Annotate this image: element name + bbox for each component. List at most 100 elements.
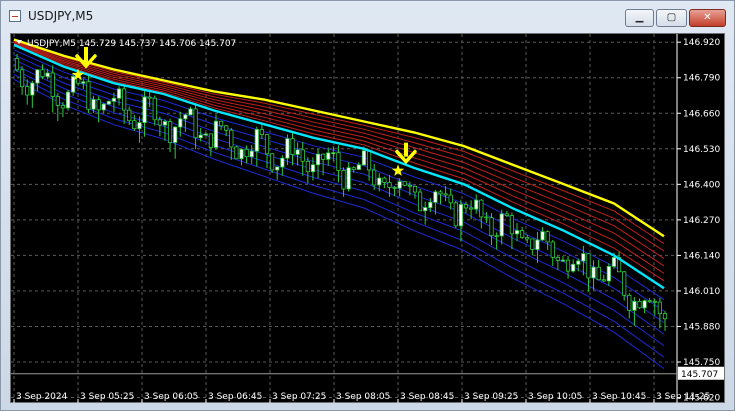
candle-body — [321, 153, 326, 160]
candle-body — [412, 185, 418, 193]
ribbon-line-red — [13, 40, 665, 252]
candle-body — [392, 187, 397, 189]
candle-body — [326, 152, 331, 160]
candle-body — [208, 133, 213, 148]
candle-body — [244, 148, 249, 158]
x-tick-label: 3 Sep 2024 — [16, 392, 68, 402]
candle-body — [188, 108, 193, 116]
candle-body — [132, 120, 137, 130]
y-tick-label: 145.750 — [683, 358, 720, 368]
ribbon-line-blue — [13, 64, 665, 335]
candle-body — [147, 96, 152, 99]
candle-body — [116, 88, 122, 99]
candle-body — [20, 69, 25, 88]
minimize-button[interactable]: ▁ — [625, 9, 654, 27]
x-tick-label: 3 Sep 10:05 — [528, 392, 582, 402]
candle-body — [137, 122, 142, 130]
candle-body — [652, 300, 657, 303]
candle-body — [290, 138, 295, 155]
candle-body — [305, 160, 310, 173]
candle-body — [152, 97, 157, 121]
x-tick-label: 3 Sep 06:45 — [208, 392, 262, 402]
candle-body — [162, 121, 168, 126]
candle-body — [525, 237, 530, 240]
candle-body — [60, 105, 66, 109]
candle-body — [514, 230, 520, 235]
candle-body — [438, 191, 443, 195]
candle-body — [632, 300, 637, 311]
y-tick-label: 146.400 — [683, 180, 720, 190]
candle-body — [300, 149, 305, 162]
y-tick-label: 146.790 — [683, 74, 720, 84]
candle-body — [331, 152, 336, 155]
candle-body — [647, 300, 652, 303]
candle-body — [504, 213, 509, 217]
chart-canvas[interactable]: 146.920 146.790 146.660 146.530 146.400 146.2… — [11, 34, 726, 404]
sell-arrow-icon — [84, 47, 88, 61]
candle-body — [545, 231, 550, 243]
candle-body — [224, 125, 229, 131]
candle-body — [295, 149, 300, 155]
ribbon-line-blue — [13, 54, 665, 312]
candle-body — [55, 96, 60, 106]
x-tick-label: 3 Sep 11:25 — [656, 392, 710, 402]
candle-body — [86, 81, 91, 110]
y-tick-label: 146.920 — [683, 38, 720, 48]
candle-body — [218, 120, 224, 127]
candle-body — [387, 182, 392, 188]
candle-body — [101, 103, 106, 111]
candle-body — [91, 99, 96, 110]
candle-body — [601, 279, 606, 282]
candle-body — [167, 121, 173, 143]
candle-body — [25, 86, 30, 96]
maximize-button[interactable]: ▢ — [656, 9, 687, 27]
candle-body — [576, 260, 581, 265]
candle-body — [65, 91, 71, 109]
candle-body — [397, 181, 402, 189]
candle-body — [453, 202, 458, 227]
candle-body — [111, 97, 117, 102]
candle-body — [469, 207, 474, 210]
x-tick-label: 3 Sep 07:25 — [272, 392, 326, 402]
chart-window-icon — [9, 10, 21, 22]
candle-body — [423, 207, 428, 212]
candle-body — [285, 138, 290, 159]
x-tick-label: 3 Sep 08:05 — [336, 392, 390, 402]
candle-body — [407, 184, 412, 187]
candle-body — [239, 148, 244, 160]
candle-body — [448, 194, 453, 204]
candle-body — [417, 191, 423, 212]
close-button[interactable]: ✕ — [689, 9, 726, 27]
candle-body — [122, 88, 127, 111]
candle-body — [229, 129, 234, 148]
title-bar[interactable]: USDJPY,M5 ▁ ▢ ✕ — [1, 1, 734, 31]
x-tick-label: 3 Sep 08:45 — [400, 392, 454, 402]
candle-body — [198, 134, 203, 139]
candle-body — [193, 108, 198, 139]
candle-body — [443, 193, 448, 196]
y-tick-label: 146.270 — [683, 216, 720, 226]
candle-body — [71, 76, 76, 93]
candle-body — [45, 72, 50, 77]
chart-header-ohlc: USDJPY,M5 145.729 145.737 145.706 145.70… — [27, 39, 236, 49]
candle-body — [234, 146, 239, 160]
ribbon-line-blue — [13, 78, 665, 370]
candle-body — [96, 99, 101, 111]
candle-body — [494, 235, 499, 238]
candle-body — [213, 120, 219, 148]
x-tick-label: 3 Sep 09:25 — [464, 392, 518, 402]
ma-slow-line — [13, 38, 665, 238]
y-tick-label: 146.530 — [683, 145, 720, 155]
chart-window: USDJPY,M5 ▁ ▢ ✕ 146.920 146.790 146.660 146… — [0, 0, 735, 411]
candle-body — [361, 150, 367, 166]
candle-body — [366, 150, 372, 171]
candle-body — [555, 256, 560, 261]
price-chart[interactable]: 146.920 146.790 146.660 146.530 146.400 146.2… — [10, 33, 726, 404]
candle-body — [203, 133, 208, 136]
candle-body — [372, 169, 377, 186]
candle-body — [264, 134, 270, 155]
candle-body — [351, 167, 356, 170]
candle-body — [157, 119, 162, 126]
candle-body — [560, 259, 566, 262]
y-tick-label: 146.010 — [683, 287, 720, 297]
